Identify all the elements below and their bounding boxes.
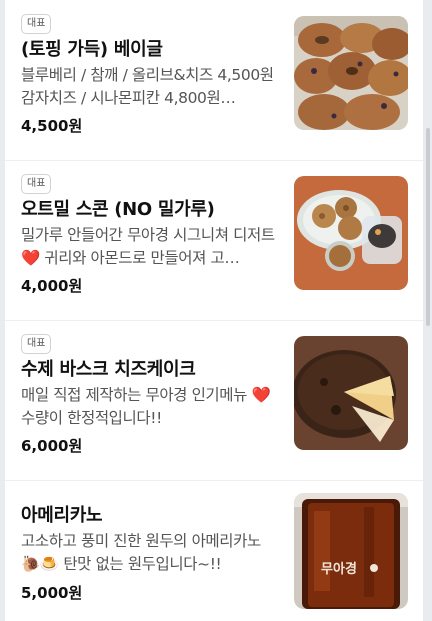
americano-photo[interactable]: 무아경	[294, 493, 408, 609]
menu-item-description: 고소하고 풍미 진한 원두의 아메리카노 🐌🍮 탄맛 없는 원두입니다~!!	[21, 532, 261, 573]
menu-item-price: 6,000원	[21, 437, 83, 455]
menu-item-name: 수제 바스크 치즈케이크	[21, 359, 196, 380]
cheesecake-photo[interactable]	[294, 336, 408, 450]
menu-item-description: 밀가루 안들어간 무아경 시그니쳐 디저트❤️ 귀리와 아몬드로 만들어져 고…	[21, 226, 275, 267]
menu-item-price: 4,000원	[21, 277, 83, 295]
signature-badge: 대표	[21, 174, 52, 194]
signature-badge: 대표	[21, 14, 52, 34]
scone-photo[interactable]	[294, 176, 408, 290]
menu-item-description: 블루베리 / 참깨 / 올리브&치즈 4,500원 감자치즈 / 시나몬피칸 4…	[21, 66, 274, 107]
menu-item-name: (토핑 가득) 베이글	[21, 39, 163, 60]
menu-item-cheesecake[interactable]: 대표 수제 바스크 치즈케이크 매일 직접 제작하는 무아경 인기메뉴 ❤️ 수…	[5, 320, 423, 481]
menu-item-name: 아메리카노	[21, 505, 103, 526]
bagel-photo[interactable]	[294, 16, 408, 130]
menu-item-price: 4,500원	[21, 117, 83, 135]
signature-badge: 대표	[21, 334, 52, 354]
menu-item-bagel[interactable]: 대표 (토핑 가득) 베이글 블루베리 / 참깨 / 올리브&치즈 4,500원…	[5, 0, 423, 161]
menu-item-name: 오트밀 스콘 (NO 밀가루)	[21, 199, 215, 220]
menu-item-description: 매일 직접 제작하는 무아경 인기메뉴 ❤️ 수량이 한정적입니다!!	[21, 386, 271, 427]
cup-logo-text: 무아경	[321, 561, 357, 577]
scrollbar[interactable]	[426, 128, 430, 326]
menu-list: 대표 (토핑 가득) 베이글 블루베리 / 참깨 / 올리브&치즈 4,500원…	[5, 0, 423, 621]
menu-item-scone[interactable]: 대표 오트밀 스콘 (NO 밀가루) 밀가루 안들어간 무아경 시그니쳐 디저트…	[5, 160, 423, 321]
menu-item-americano[interactable]: 아메리카노 고소하고 풍미 진한 원두의 아메리카노 🐌🍮 탄맛 없는 원두입니…	[5, 480, 423, 621]
menu-item-price: 5,000원	[21, 584, 83, 602]
